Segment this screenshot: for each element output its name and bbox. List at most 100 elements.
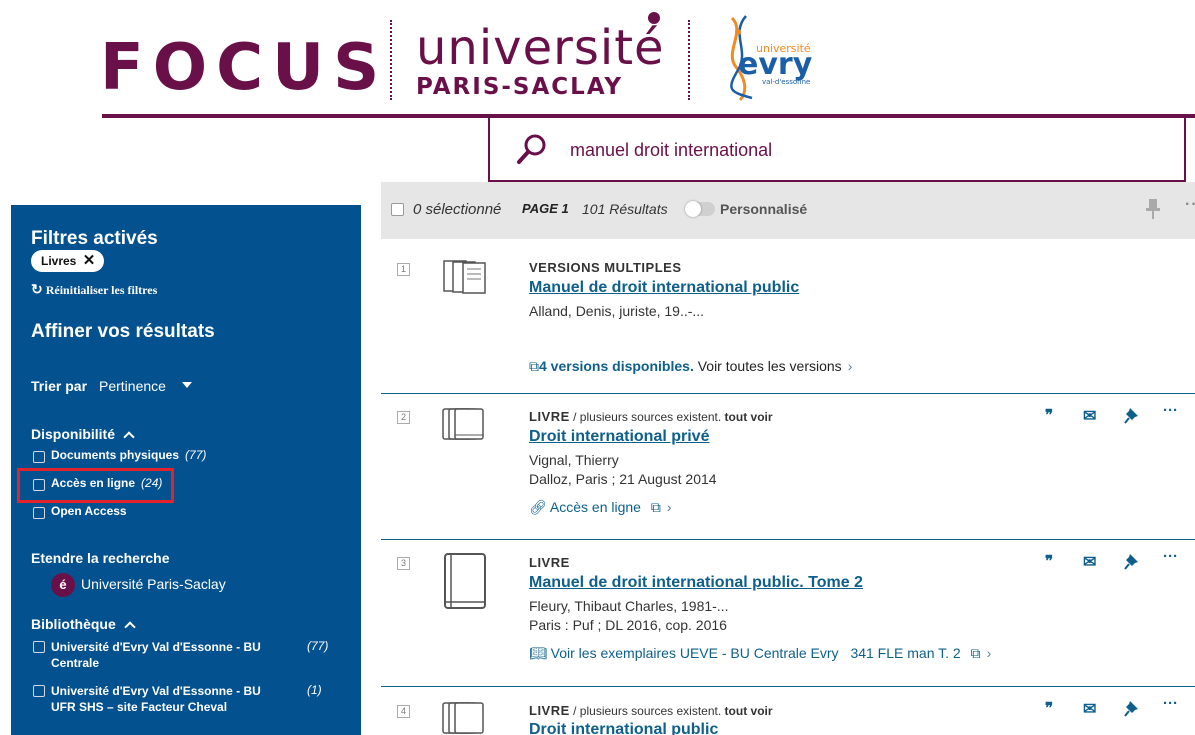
- reset-label: Réinitialiser les filtres: [45, 283, 158, 297]
- more-options-icon[interactable]: ···: [1163, 548, 1178, 565]
- pin-icon[interactable]: [1124, 700, 1140, 718]
- chevron-up-icon[interactable]: [123, 431, 135, 443]
- call-number: 341 FLE man T. 2: [850, 645, 961, 661]
- chevron-right-icon: ›: [847, 358, 853, 374]
- pin-icon[interactable]: [1124, 553, 1140, 571]
- logo-separator: [688, 20, 690, 100]
- result-author: Alland, Denis, juriste, 19..-...: [529, 303, 705, 319]
- more-options-icon[interactable]: ···: [1163, 402, 1178, 419]
- versions-link-rest: Voir toutes les versions: [693, 358, 842, 374]
- result-type: LIVRE: [529, 703, 570, 718]
- facet-count: (1): [307, 683, 322, 697]
- result-type: LIVRE: [529, 555, 570, 570]
- facet-checkbox[interactable]: [33, 641, 45, 653]
- facet-checkbox[interactable]: [33, 507, 45, 519]
- books-icon: [442, 702, 484, 734]
- paris-saclay-logo[interactable]: université PARIS-SACLAY: [416, 12, 665, 100]
- highlight-box: [17, 468, 174, 503]
- holdings-link[interactable]: 📖︎ Voir les exemplaires UEVE - BU Centra…: [529, 645, 991, 662]
- facet-physical-documents[interactable]: Documents physiques (77): [33, 448, 206, 463]
- result-item-1[interactable]: 1 VERSIONS MULTIPLES Manuel de droit int…: [381, 239, 1195, 394]
- see-all-sources-link[interactable]: tout voir: [721, 410, 773, 424]
- extend-search-paris-saclay[interactable]: Université Paris-Saclay: [81, 576, 226, 592]
- refine-title: Affiner vos résultats: [31, 321, 215, 342]
- sort-select[interactable]: Pertinence: [99, 378, 166, 394]
- result-number: 4: [397, 705, 410, 718]
- online-access-label: Accès en ligne: [549, 499, 641, 515]
- reset-filters-link[interactable]: ↻ Réinitialiser les filtres: [31, 282, 157, 299]
- book-icon: [444, 553, 486, 609]
- email-icon[interactable]: ✉: [1083, 406, 1096, 426]
- search-box[interactable]: [488, 118, 1186, 182]
- book-location-icon: 📖︎: [529, 645, 547, 661]
- cite-icon[interactable]: ❞: [1045, 406, 1053, 424]
- ups-logo-line1: université: [416, 20, 665, 76]
- books-icon: [442, 408, 484, 440]
- page-indicator: PAGE 1: [522, 201, 569, 216]
- search-input[interactable]: [570, 138, 1150, 162]
- result-number: 2: [397, 411, 410, 424]
- external-link-icon: ⧉: [970, 645, 981, 661]
- source-note: / plusieurs sources existent.: [569, 704, 722, 718]
- result-title[interactable]: Droit international privé: [529, 428, 709, 446]
- ups-logo-line2: PARIS-SACLAY: [416, 74, 624, 100]
- cite-icon[interactable]: ❞: [1045, 699, 1053, 717]
- evry-logo[interactable]: université evry val-d'essonne: [716, 12, 816, 102]
- result-actions: ❞ ✉ ···: [1041, 695, 1191, 719]
- facet-open-access[interactable]: Open Access: [33, 504, 127, 519]
- more-options-icon[interactable]: ···: [1163, 695, 1178, 712]
- pin-icon[interactable]: [1124, 407, 1140, 425]
- result-item-2[interactable]: 2 LIVRE / plusieurs sources existent. to…: [381, 394, 1195, 539]
- active-filter-chip[interactable]: Livres ✕: [31, 250, 105, 272]
- toggle-knob: [685, 201, 701, 217]
- view-versions-link[interactable]: ⧉4 versions disponibles. Voir toutes les…: [529, 358, 852, 375]
- facet-count: (77): [307, 639, 329, 653]
- select-all-checkbox[interactable]: [391, 203, 404, 216]
- versions-icon: ⧉: [529, 358, 539, 374]
- cite-icon[interactable]: ❞: [1045, 552, 1053, 570]
- email-icon[interactable]: ✉: [1083, 552, 1096, 572]
- chevron-up-icon[interactable]: [124, 621, 136, 633]
- online-access-link[interactable]: 🔗︎ Accès en ligne ⧉ ›: [529, 499, 672, 516]
- more-options-icon[interactable]: ···: [1185, 196, 1195, 214]
- active-filters-title: Filtres activés: [31, 228, 158, 249]
- facet-label: Université d'Evry Val d'Essonne - BU Cen…: [51, 640, 261, 670]
- ups-logo-dot: [648, 12, 660, 24]
- evry-logo-main: evry: [738, 47, 813, 82]
- result-type-line: LIVRE / plusieurs sources existent. tout…: [529, 409, 773, 424]
- chevron-down-icon[interactable]: [182, 382, 192, 388]
- external-link-icon: ⧉: [650, 499, 661, 515]
- result-item-3[interactable]: 3 LIVRE Manuel de droit international pu…: [381, 540, 1195, 686]
- source-note: / plusieurs sources existent.: [569, 410, 722, 424]
- result-type: VERSIONS MULTIPLES: [529, 260, 682, 275]
- close-icon[interactable]: ✕: [83, 250, 96, 272]
- results-count: 101 Résultats: [582, 201, 668, 217]
- result-actions: ❞ ✉ ···: [1041, 402, 1191, 426]
- result-title[interactable]: Droit international public: [529, 721, 718, 735]
- library-facet-header[interactable]: Bibliothèque: [31, 616, 136, 633]
- results-toolbar: 0 sélectionné PAGE 1 101 Résultats Perso…: [381, 182, 1195, 239]
- reset-icon: ↻: [31, 283, 43, 298]
- focus-logo[interactable]: FOCUS: [100, 36, 388, 100]
- chip-label: Livres: [41, 254, 77, 268]
- facet-checkbox[interactable]: [33, 451, 45, 463]
- result-title[interactable]: Manuel de droit international public: [529, 279, 799, 297]
- see-all-sources-link[interactable]: tout voir: [721, 704, 773, 718]
- personalize-toggle[interactable]: [685, 201, 715, 217]
- result-title[interactable]: Manuel de droit international public. To…: [529, 574, 863, 592]
- availability-facet-header[interactable]: Disponibilité: [31, 426, 135, 443]
- email-icon[interactable]: ✉: [1083, 699, 1096, 719]
- holdings-label: Voir les exemplaires UEVE - BU Centrale …: [550, 645, 839, 661]
- facet-checkbox[interactable]: [33, 685, 45, 697]
- sort-label: Trier par: [31, 378, 88, 394]
- search-icon[interactable]: [514, 132, 550, 168]
- pin-icon[interactable]: [1145, 198, 1161, 220]
- facet-count: (77): [185, 448, 207, 462]
- result-type-line: LIVRE / plusieurs sources existent. tout…: [529, 703, 773, 718]
- evry-logo-sub: val-d'essonne: [762, 78, 810, 86]
- chevron-right-icon: ›: [666, 499, 672, 515]
- result-item-4[interactable]: 4 LIVRE / plusieurs sources existent. to…: [381, 687, 1195, 735]
- multiple-versions-icon: [443, 260, 486, 294]
- facet-label: Open Access: [51, 504, 127, 518]
- result-number: 3: [397, 557, 410, 570]
